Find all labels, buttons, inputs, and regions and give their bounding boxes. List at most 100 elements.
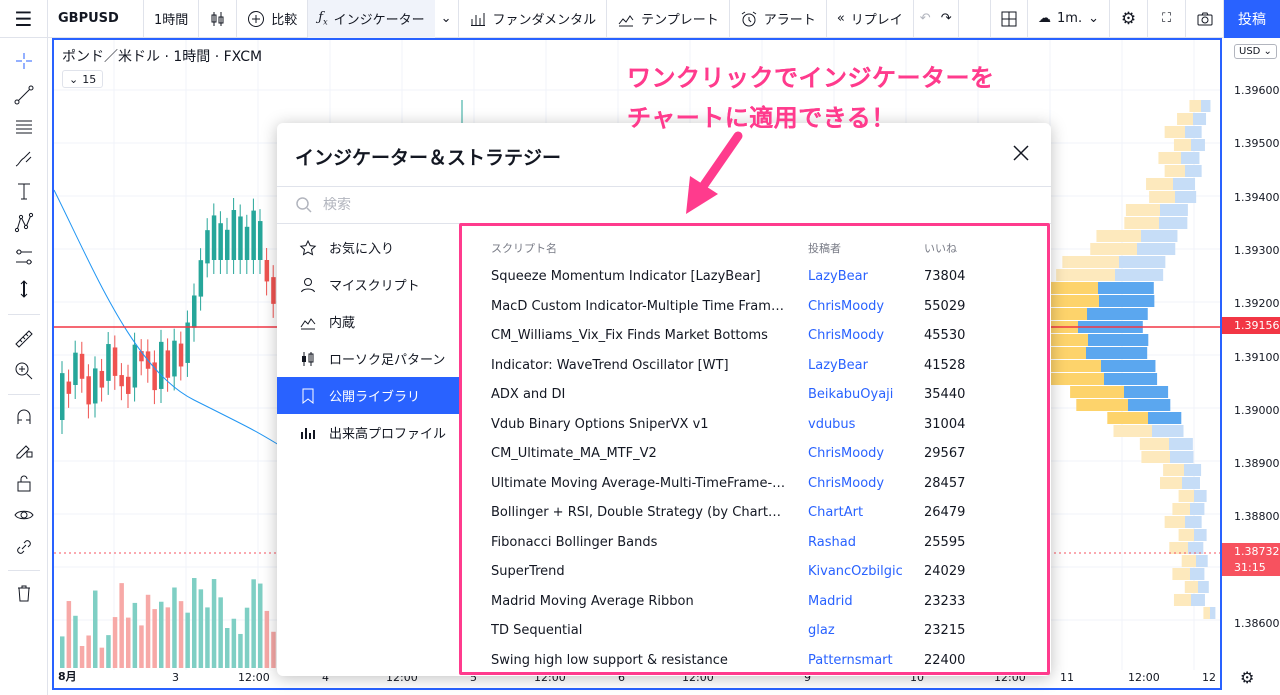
sidebar-item[interactable]: お気に入り (277, 229, 459, 266)
prediction-tool[interactable] (0, 242, 48, 272)
cloud-layout-button[interactable]: ☁ 1m. ⌄ (1028, 0, 1110, 38)
collapse-count: 15 (82, 72, 97, 86)
current-price-badge: 1.39156 (1222, 317, 1280, 334)
volume-profile-icon (299, 424, 317, 442)
pattern-tool[interactable] (0, 208, 48, 238)
templates-button[interactable]: テンプレート (607, 0, 730, 38)
price-tick-label: 1.39100 (1234, 350, 1280, 364)
indicators-dropdown[interactable]: ⌄ (435, 0, 459, 38)
replay-button[interactable]: « リプレイ (827, 0, 914, 38)
magnet-tool[interactable] (0, 402, 48, 432)
sidebar-item[interactable]: 公開ライブラリ (277, 377, 459, 414)
plus-circle-icon (248, 10, 265, 27)
sidebar-item-label: ローソク足パターン (329, 353, 446, 368)
chevron-down-icon: ⌄ (69, 72, 79, 86)
sidebar-item-label: 出来高プロファイル (329, 427, 447, 442)
chevron-down-icon: ⌄ (440, 11, 452, 26)
last-price-badge: 1.38732 (1222, 543, 1280, 560)
sidebar-item[interactable]: 内蔵 (277, 303, 459, 340)
price-tick-label: 1.38800 (1234, 510, 1280, 524)
search-bar (277, 186, 1051, 224)
trendline-tool[interactable] (0, 80, 48, 110)
lock-drawing-tool[interactable] (0, 434, 48, 464)
sidebar-item-label: マイスクリプト (329, 279, 420, 294)
close-icon (1013, 145, 1029, 161)
legend-collapse-button[interactable]: ⌄ 15 (62, 70, 104, 88)
pencil-lock-icon (16, 445, 33, 459)
sidebar-item[interactable]: 出来高プロファイル (277, 414, 459, 451)
price-tick-label: 1.39600 (1234, 84, 1280, 97)
price-tick-label: 1.39400 (1234, 190, 1280, 204)
crosshair-tool[interactable] (0, 46, 48, 76)
eye-icon (14, 510, 34, 520)
star-icon (299, 239, 317, 257)
hide-drawings-tool[interactable] (0, 500, 48, 530)
layout-grid-button[interactable] (990, 0, 1029, 38)
sidebar-item[interactable]: ローソク足パターン (277, 340, 459, 377)
brush-icon (15, 151, 32, 167)
toolbar-divider (8, 570, 40, 571)
fx-icon: ƒx (318, 10, 328, 27)
drawing-toolbar (0, 38, 48, 695)
lock-all-tool[interactable] (0, 468, 48, 498)
settings-button[interactable]: ⚙ (1110, 0, 1148, 38)
alert-label: アラート (763, 13, 816, 28)
redo-button[interactable]: ↷ (937, 0, 959, 38)
chevron-down-icon: ⌄ (1088, 11, 1099, 26)
search-input[interactable] (323, 197, 723, 213)
fib-tool[interactable] (0, 112, 48, 142)
interval-button[interactable]: 1時間 (144, 0, 200, 38)
magnet-icon (17, 409, 31, 424)
camera-icon (1197, 12, 1212, 25)
measure-vertical-tool[interactable] (0, 274, 48, 304)
alert-button[interactable]: アラート (730, 0, 827, 38)
bookmark-icon (299, 387, 317, 405)
snapshot-button[interactable] (1186, 0, 1224, 38)
compare-button[interactable]: 比較 (237, 0, 309, 38)
fullscreen-icon: ⛶ (1161, 11, 1172, 26)
zoom-tool[interactable] (0, 356, 48, 386)
zoom-in-icon (15, 362, 33, 380)
fundamentals-button[interactable]: ファンダメンタル (459, 0, 608, 38)
sidebar-item[interactable]: マイスクリプト (277, 266, 459, 303)
rewind-icon: « (836, 11, 845, 26)
close-button[interactable] (1011, 143, 1031, 163)
price-tick-label: 1.39500 (1234, 137, 1280, 151)
menu-icon[interactable]: ☰ (0, 0, 48, 38)
forecast-icon (16, 249, 32, 265)
symbol-search-button[interactable]: GBPUSD (48, 0, 144, 38)
trash-icon (18, 585, 30, 602)
fullscreen-button[interactable]: ⛶ (1148, 0, 1186, 38)
indicators-label: インジケーター (333, 13, 425, 28)
chart-legend: ポンド／米ドル · 1時間 · FXCM (62, 49, 263, 65)
annotation-line-2: チャートに適用できる！ (627, 104, 896, 132)
currency-selector[interactable]: USD ⌄ (1234, 44, 1277, 59)
annotation-line-1: ワンクリックでインジケーターを (627, 64, 995, 92)
replay-label: リプレイ (850, 13, 903, 28)
dialog-sidebar: お気に入りマイスクリプト内蔵ローソク足パターン公開ライブラリ出来高プロファイル (277, 229, 459, 451)
compare-label: 比較 (271, 13, 298, 28)
sync-drawings-tool[interactable] (0, 532, 48, 562)
settings-corner-button[interactable]: ⚙ (1240, 668, 1254, 687)
fundamentals-label: ファンダメンタル (492, 13, 597, 28)
price-axis[interactable]: USD ⌄ 1.39600 1.39500 1.39400 1.39300 1.3920… (1222, 38, 1280, 664)
time-tick-label: 8月 (58, 670, 77, 683)
price-tick-label: 1.39000 (1234, 403, 1280, 417)
crosshair-icon (16, 53, 32, 69)
indicators-button[interactable]: ƒx インジケーター (308, 0, 435, 38)
price-tick-label: 1.38900 (1234, 457, 1280, 471)
chart-style-button[interactable] (199, 0, 238, 38)
remove-drawings-tool[interactable] (0, 578, 48, 608)
lines-icon (16, 120, 32, 134)
annotation-highlight-box (459, 223, 1050, 675)
post-button[interactable]: 投稿 (1224, 0, 1280, 38)
alarm-clock-icon (741, 11, 757, 26)
undo-button[interactable]: ↶ (914, 0, 937, 38)
template-icon (618, 14, 634, 26)
time-tick-label: 12:00 (238, 671, 270, 684)
text-tool[interactable] (0, 176, 48, 206)
dialog-title: インジケーター＆ストラテジー (295, 147, 562, 169)
ruler-tool[interactable] (0, 324, 48, 354)
brush-tool[interactable] (0, 144, 48, 174)
arrows-vertical-icon (20, 280, 28, 298)
